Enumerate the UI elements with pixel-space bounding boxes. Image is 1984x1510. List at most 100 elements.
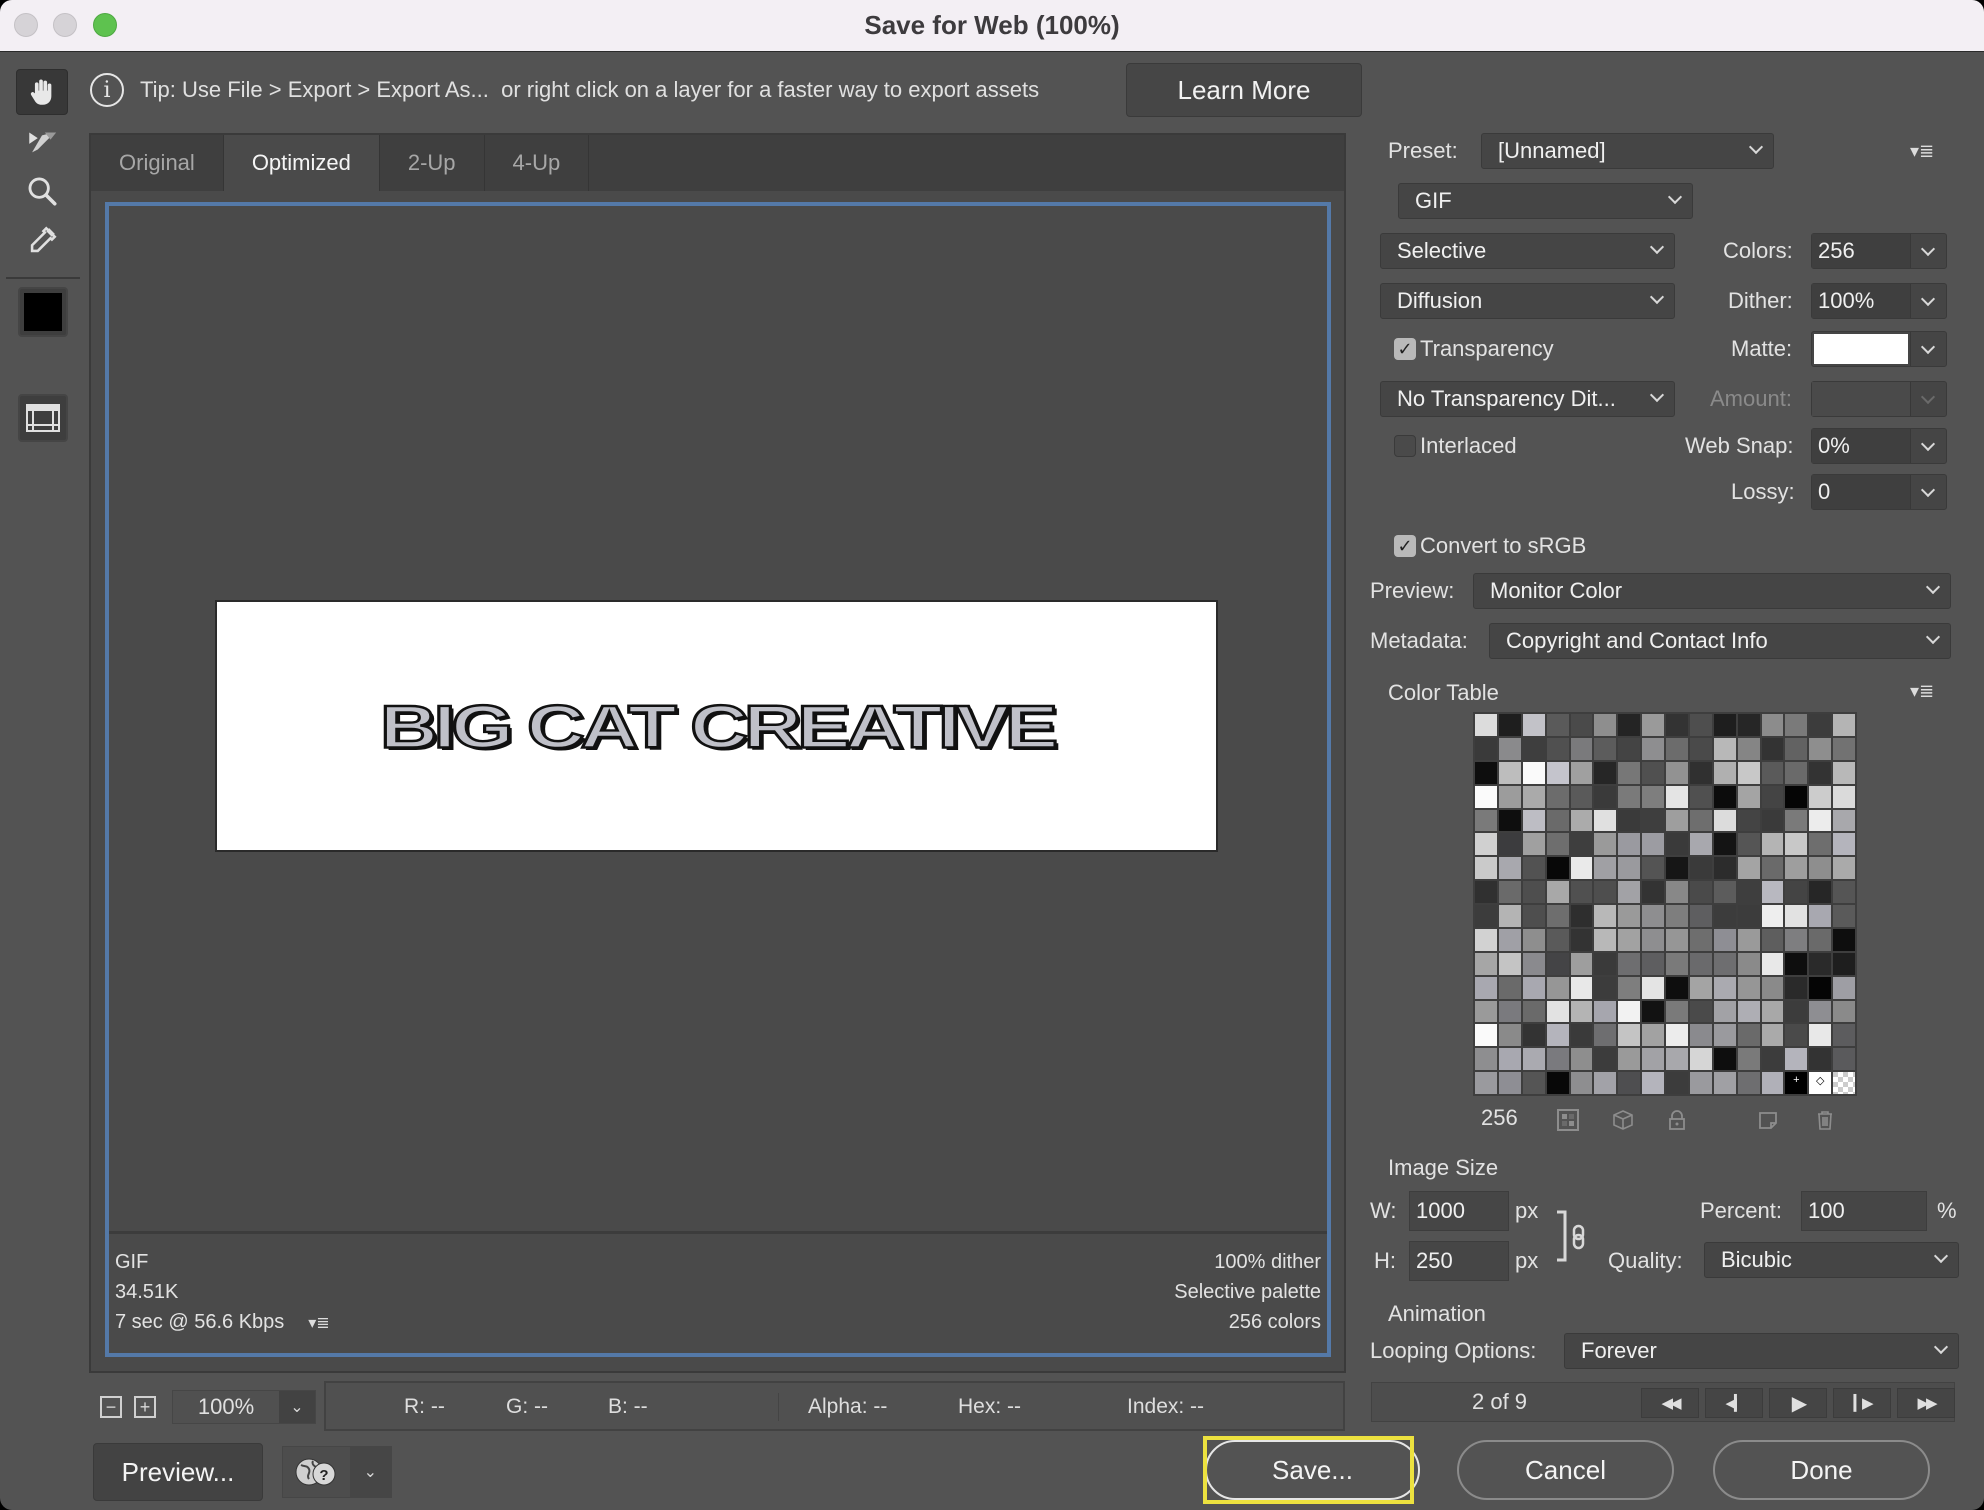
color-swatch[interactable] (1737, 761, 1760, 784)
color-swatch[interactable] (1475, 952, 1497, 975)
color-swatch[interactable] (1713, 1024, 1736, 1047)
color-swatch[interactable] (1498, 737, 1521, 760)
color-swatch[interactable] (1642, 952, 1664, 975)
color-swatch[interactable] (1570, 761, 1593, 784)
lock-icon[interactable] (1664, 1107, 1690, 1133)
color-swatch[interactable] (1713, 833, 1736, 856)
metadata-select[interactable]: Copyright and Contact Info (1489, 623, 1951, 659)
color-swatch[interactable] (1833, 976, 1855, 999)
color-swatch[interactable] (1498, 714, 1521, 736)
color-swatch[interactable] (1809, 833, 1832, 856)
last-frame-button[interactable]: ▶▶ (1897, 1388, 1955, 1418)
color-swatch[interactable] (1713, 905, 1736, 927)
color-swatch[interactable] (1522, 737, 1545, 760)
eyedropper-tool[interactable] (16, 218, 68, 264)
color-table-grid[interactable]: + ◇ (1473, 712, 1857, 1096)
color-swatch[interactable] (1594, 714, 1617, 736)
color-swatch[interactable] (1475, 761, 1497, 784)
color-swatch[interactable] (1570, 714, 1593, 736)
transparency-dither-select[interactable]: No Transparency Dit... (1380, 381, 1675, 417)
color-swatch[interactable] (1809, 761, 1832, 784)
optimize-menu-icon[interactable]: ▾≣ (1910, 141, 1934, 162)
color-swatch[interactable] (1546, 905, 1569, 927)
preset-select[interactable]: [Unnamed] (1481, 133, 1774, 169)
color-swatch[interactable] (1689, 1048, 1712, 1071)
tab-2-up[interactable]: 2-Up (379, 135, 485, 191)
color-swatch[interactable] (1498, 905, 1521, 927)
color-swatch[interactable] (1642, 976, 1664, 999)
color-swatch[interactable] (1809, 809, 1832, 832)
zoom-level-value[interactable]: 100% (173, 1391, 279, 1423)
play-button[interactable]: ▶ (1769, 1388, 1827, 1418)
color-swatch[interactable] (1833, 737, 1855, 760)
color-swatch[interactable] (1594, 976, 1617, 999)
color-swatch[interactable] (1546, 737, 1569, 760)
color-swatch[interactable] (1546, 785, 1569, 808)
color-swatch[interactable] (1642, 1048, 1664, 1071)
chevron-down-icon[interactable] (1910, 332, 1946, 366)
color-swatch[interactable] (1546, 1072, 1569, 1094)
color-swatch[interactable] (1642, 809, 1664, 832)
color-swatch[interactable] (1809, 905, 1832, 927)
color-swatch[interactable] (1809, 857, 1832, 880)
constrain-proportions-icon[interactable] (1555, 1208, 1595, 1268)
color-swatch[interactable] (1498, 952, 1521, 975)
color-swatch[interactable] (1522, 905, 1545, 927)
color-swatch[interactable] (1642, 1024, 1664, 1047)
color-swatch[interactable] (1546, 976, 1569, 999)
done-button[interactable]: Done (1713, 1440, 1930, 1500)
color-swatch[interactable] (1761, 1072, 1784, 1094)
color-swatch[interactable] (1594, 1072, 1617, 1094)
color-swatch[interactable] (1475, 714, 1497, 736)
color-swatch[interactable] (1761, 857, 1784, 880)
color-swatch[interactable] (1546, 809, 1569, 832)
color-swatch[interactable] (1785, 952, 1808, 975)
color-swatch[interactable] (1498, 857, 1521, 880)
color-swatch[interactable] (1570, 881, 1593, 903)
color-swatch[interactable] (1570, 952, 1593, 975)
color-swatch[interactable] (1618, 809, 1641, 832)
color-swatch[interactable] (1809, 1024, 1832, 1047)
color-swatch[interactable] (1498, 1024, 1521, 1047)
color-swatch[interactable] (1761, 1048, 1784, 1071)
color-swatch[interactable] (1618, 833, 1641, 856)
color-swatch[interactable] (1809, 976, 1832, 999)
color-swatch[interactable] (1689, 1072, 1712, 1094)
color-swatch[interactable] (1594, 1024, 1617, 1047)
color-swatch[interactable] (1833, 928, 1855, 951)
color-swatch[interactable] (1833, 1000, 1855, 1023)
color-swatch[interactable] (1475, 976, 1497, 999)
color-swatch[interactable] (1689, 714, 1712, 736)
color-swatch[interactable] (1713, 785, 1736, 808)
color-swatch[interactable] (1689, 1024, 1712, 1047)
color-swatch[interactable] (1666, 1048, 1688, 1071)
color-swatch[interactable] (1785, 881, 1808, 903)
colors-combo[interactable]: 256 (1811, 233, 1947, 269)
color-swatch[interactable] (1737, 714, 1760, 736)
color-swatch[interactable] (1522, 714, 1545, 736)
color-swatch[interactable] (1522, 881, 1545, 903)
zoom-in-button[interactable]: + (134, 1396, 156, 1418)
color-swatch[interactable] (1761, 1024, 1784, 1047)
color-swatch[interactable] (1475, 1000, 1497, 1023)
color-swatch[interactable] (1761, 952, 1784, 975)
color-swatch[interactable] (1498, 928, 1521, 951)
color-swatch[interactable] (1666, 1072, 1688, 1094)
color-swatch[interactable] (1594, 857, 1617, 880)
color-swatch[interactable] (1618, 785, 1641, 808)
percent-input[interactable]: 100 (1801, 1191, 1927, 1231)
color-swatch[interactable] (1833, 833, 1855, 856)
color-swatch[interactable] (1713, 1000, 1736, 1023)
color-swatch[interactable] (1713, 1072, 1736, 1094)
color-swatch[interactable] (1570, 905, 1593, 927)
color-swatch[interactable]: ◇ (1809, 1072, 1832, 1094)
chevron-down-icon[interactable] (1910, 429, 1946, 463)
color-swatch[interactable] (1689, 761, 1712, 784)
color-swatch[interactable] (1522, 976, 1545, 999)
color-swatch[interactable] (1689, 785, 1712, 808)
color-swatch[interactable] (1475, 881, 1497, 903)
chevron-down-icon[interactable]: ⌄ (349, 1447, 391, 1497)
color-swatch[interactable] (1785, 857, 1808, 880)
web-safe-cube-icon[interactable] (1610, 1107, 1636, 1133)
width-input[interactable]: 1000 (1409, 1191, 1509, 1231)
